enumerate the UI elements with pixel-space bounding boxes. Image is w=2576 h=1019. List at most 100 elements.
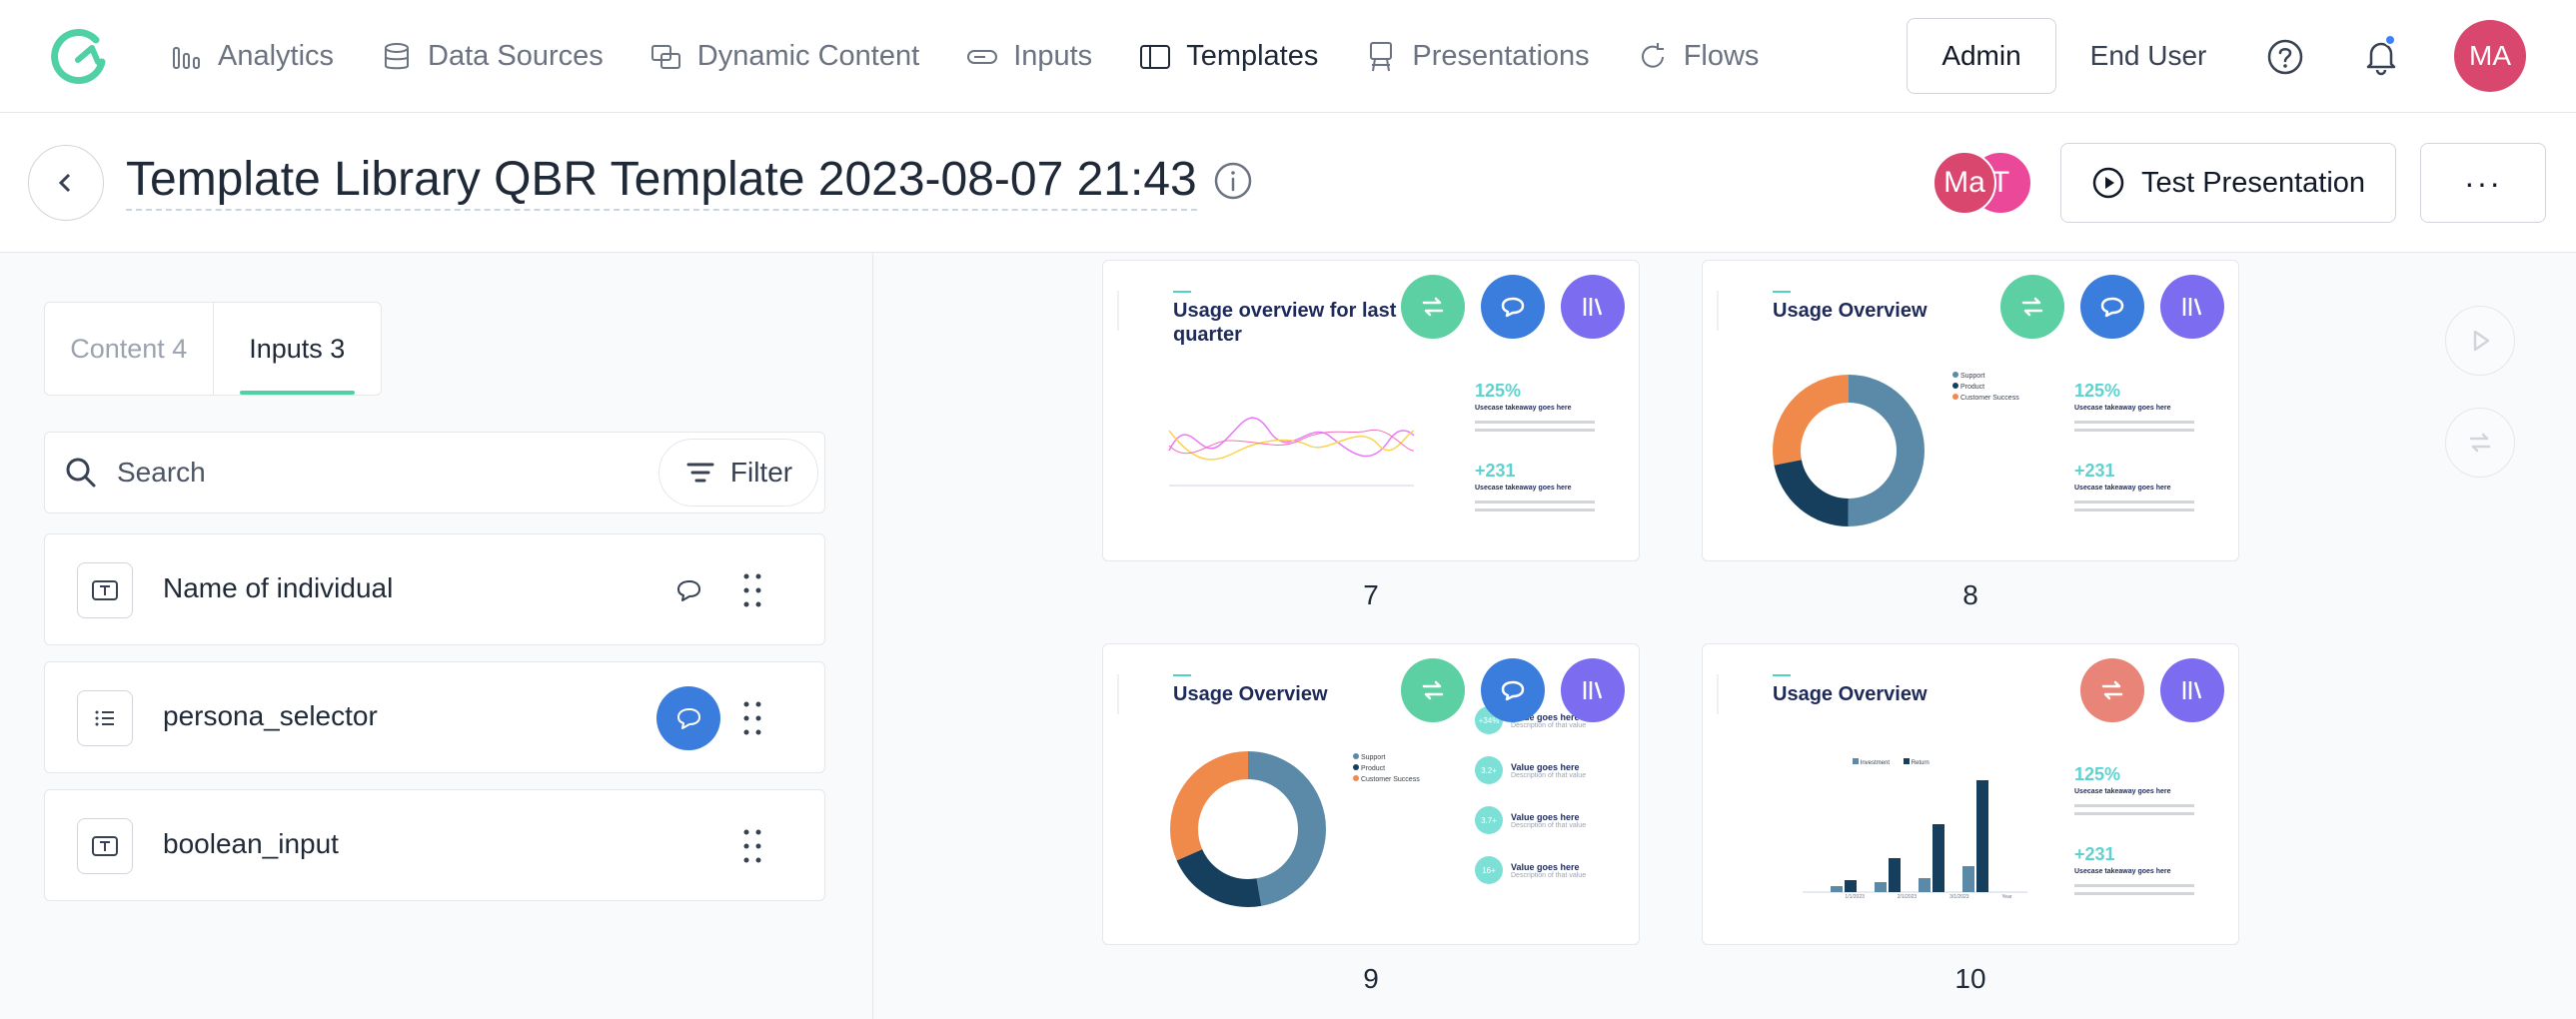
end-user-button[interactable]: End User	[2068, 18, 2228, 94]
bar-chart-graphic	[1803, 780, 2027, 893]
collaborator-avatar[interactable]: Ma	[1932, 151, 1996, 215]
slide-metric: +231	[1475, 461, 1516, 481]
nav-data-sources[interactable]: Data Sources	[380, 40, 604, 74]
legend-label: Product	[1959, 384, 1985, 391]
comment-icon	[677, 708, 700, 729]
info-icon[interactable]	[1213, 161, 1253, 201]
value-description: Description of that value	[1511, 871, 1587, 879]
bar-chart-axis: 1/1/2023 2/1/2023 3/1/2023 Year	[1829, 894, 2028, 900]
text-placeholder	[2074, 501, 2194, 504]
test-presentation-button[interactable]: Test Presentation	[2060, 143, 2396, 223]
input-row[interactable]: boolean_input	[44, 789, 825, 901]
slide-metric-caption: Usecase takeaway goes here	[1475, 485, 1572, 492]
play-slides-button[interactable]	[2445, 306, 2515, 376]
list-icon	[95, 710, 114, 726]
slide-number: 8	[1962, 579, 1978, 610]
swap-icon	[2469, 433, 2491, 453]
library-button[interactable]	[2160, 275, 2224, 339]
drag-handle-icon[interactable]	[740, 570, 764, 610]
nav-presentations[interactable]: Presentations	[1364, 40, 1590, 74]
slide-metric-caption: Usecase takeaway goes here	[1475, 405, 1572, 412]
nav-label: Dynamic Content	[696, 40, 920, 72]
nav-flows[interactable]: Flows	[1636, 40, 1759, 74]
slide-side-marker	[1117, 291, 1119, 331]
library-button[interactable]	[2160, 658, 2224, 722]
slide-metric-caption: Usecase takeaway goes here	[2074, 405, 2171, 412]
axis-tick-label: Year	[2001, 894, 2012, 900]
slide-thumbnail[interactable]: Usage Overview Support Product Customer …	[1102, 643, 1640, 945]
library-button[interactable]	[1561, 658, 1625, 722]
swap-button[interactable]	[1401, 658, 1465, 722]
legend-label: Support	[1959, 373, 1985, 380]
line-chart-graphic	[1168, 417, 1415, 487]
slide-title: Usage Overview	[1173, 683, 1328, 705]
axis-tick-label: 3/1/2023	[1949, 894, 1969, 900]
more-options-button[interactable]: ···	[2420, 143, 2546, 223]
slide-thumbnail[interactable]: Usage overview for last quarter 125% Use…	[1102, 260, 1640, 561]
value-bubble: 16+	[1475, 856, 1503, 884]
legend-label: Customer Success	[1360, 776, 1420, 783]
drag-handle-icon[interactable]	[740, 698, 764, 738]
input-type-badge	[77, 818, 133, 874]
slide-metric-caption: Usecase takeaway goes here	[2074, 868, 2171, 875]
templates-icon	[1140, 44, 1171, 69]
slide-accent	[1173, 291, 1191, 293]
admin-button[interactable]: Admin	[1907, 18, 2056, 94]
slide-thumbnail[interactable]: Usage Overview Investment Return 1/1/202…	[1702, 643, 2239, 945]
link-input-button[interactable]	[656, 558, 720, 622]
value-description: Description of that value	[1511, 821, 1587, 829]
swap-button[interactable]	[2080, 658, 2144, 722]
input-row[interactable]: persona_selector	[44, 661, 825, 773]
swap-button[interactable]	[2000, 275, 2064, 339]
legend-label: Return	[1911, 760, 1930, 766]
nav-dynamic-content[interactable]: Dynamic Content	[649, 40, 919, 74]
slide-metric-caption: Usecase takeaway goes here	[2074, 788, 2171, 795]
library-button[interactable]	[1561, 275, 1625, 339]
input-label: Name of individual	[163, 572, 394, 603]
input-label: persona_selector	[163, 700, 378, 731]
tab-content[interactable]: Content 4	[45, 303, 213, 395]
value-list: +34% Value goes here Description of that v…	[1475, 706, 1625, 884]
slide-metric: 125%	[2074, 764, 2121, 784]
test-presentation-label: Test Presentation	[2140, 166, 2366, 199]
app-logo[interactable]	[48, 26, 110, 88]
link-input-button[interactable]	[656, 686, 720, 750]
comment-button[interactable]	[1481, 275, 1545, 339]
user-avatar[interactable]: MA	[2454, 20, 2526, 92]
comment-button[interactable]	[1481, 658, 1545, 722]
slide-accent	[1773, 674, 1791, 676]
filter-button[interactable]: Filter	[658, 439, 818, 507]
slide-thumbnail[interactable]: Usage Overview Support Product Customer …	[1702, 260, 2239, 561]
comment-button[interactable]	[2080, 275, 2144, 339]
slides-area: Usage overview for last quarter 125% Use…	[874, 254, 2576, 1019]
axis-tick-label: 2/1/2023	[1897, 894, 1918, 900]
value-bubble: 3.2+	[1475, 756, 1503, 784]
nav-label: Data Sources	[428, 40, 604, 72]
swap-all-button[interactable]	[2445, 408, 2515, 478]
help-icon[interactable]	[2266, 38, 2304, 76]
donut-chart-graphic	[1773, 375, 1925, 526]
value-caption: Value goes here	[1511, 861, 1580, 872]
swap-button[interactable]	[1401, 275, 1465, 339]
comment-icon	[677, 580, 700, 601]
back-button[interactable]	[28, 145, 104, 221]
text-placeholder	[2074, 892, 2194, 895]
play-icon	[2473, 330, 2490, 352]
nav-label: Presentations	[1412, 40, 1590, 72]
slide-metric: 125%	[1475, 381, 1522, 401]
slide-title: Usage Overview	[1773, 300, 1928, 322]
drag-handle-icon[interactable]	[740, 826, 764, 866]
input-row[interactable]: Name of individual	[44, 533, 825, 645]
donut-chart-graphic	[1170, 751, 1326, 907]
page-title[interactable]: Template Library QBR Template 2023-08-07…	[126, 151, 1197, 211]
nav-inputs[interactable]: Inputs	[965, 40, 1092, 74]
swap-icon	[1422, 297, 1444, 317]
tab-inputs[interactable]: Inputs 3	[212, 303, 382, 395]
nav-templates[interactable]: Templates	[1138, 40, 1318, 74]
search-input[interactable]	[117, 451, 656, 495]
nav-analytics[interactable]: Analytics	[170, 40, 334, 74]
text-placeholder	[2074, 509, 2194, 511]
text-placeholder	[1475, 501, 1595, 504]
chart-legend: Investment Return	[1853, 758, 1930, 766]
slide-side-marker	[1717, 674, 1719, 714]
